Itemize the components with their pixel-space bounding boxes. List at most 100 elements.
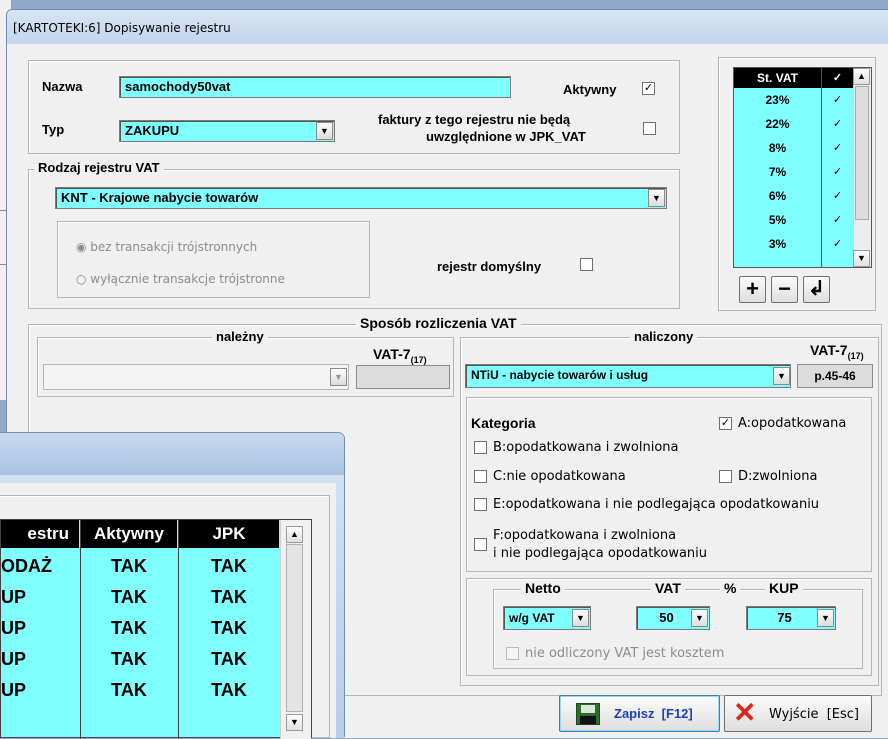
- check-icon[interactable]: ✓: [822, 185, 853, 207]
- table-header-cell[interactable]: Aktywny: [81, 520, 177, 548]
- jpk-exclude-label-line2: uwzględnione w JPK_VAT: [426, 129, 586, 144]
- radio2-label: wyłącznie transakcje trójstronne: [90, 272, 285, 286]
- kup-title: KUP: [765, 580, 803, 596]
- remove-row-button[interactable]: −: [771, 276, 798, 303]
- exit-button[interactable]: ✕ Wyjście [Esc]: [724, 695, 872, 732]
- scroll-up-icon[interactable]: ▲: [853, 68, 870, 85]
- table-cell[interactable]: UP: [1, 584, 79, 610]
- jpk-exclude-label-line1: faktury z tego rejestru nie będą: [378, 112, 571, 127]
- nazwa-input[interactable]: samochody50vat: [119, 76, 511, 98]
- scroll-down-icon[interactable]: ▼: [286, 714, 303, 731]
- stvat-header: St. VAT: [734, 68, 821, 88]
- stvat-rate[interactable]: 3%: [734, 233, 821, 255]
- vat7-sub: (17): [410, 354, 427, 365]
- typ-select[interactable]: ZAKUPU: [119, 120, 335, 142]
- enter-button[interactable]: ↲: [803, 276, 830, 303]
- typ-label: Typ: [42, 122, 65, 137]
- scroll-down-icon[interactable]: ▼: [853, 250, 870, 267]
- registers-window-title-bar[interactable]: [0, 433, 344, 475]
- kategoria-d-label: D:zwolniona: [738, 469, 818, 484]
- nalezny-select[interactable]: [43, 364, 349, 390]
- page-ref: p.45-46: [797, 364, 873, 388]
- kategoria-c-label: C:nie opodatkowana: [493, 469, 626, 484]
- chevron-down-icon[interactable]: ▼: [691, 609, 708, 627]
- add-row-button[interactable]: +: [739, 276, 766, 303]
- netto-title: Netto: [521, 580, 565, 596]
- stvat-list[interactable]: St. VAT ✓ 23% ✓ 22% ✓ 8% ✓ 7% ✓ 6% ✓ 5% ✓ 3% ✓ ▲ ▼: [733, 67, 872, 268]
- cost-label: nie odliczony VAT jest kosztem: [525, 646, 725, 661]
- rodzaj-select[interactable]: KNT - Krajowe nabycie towarów: [55, 187, 667, 209]
- table-header-cell[interactable]: JPK: [179, 520, 279, 548]
- check-icon[interactable]: ✓: [822, 113, 853, 135]
- table-cell[interactable]: TAK: [81, 584, 177, 610]
- check-icon[interactable]: ✓: [822, 89, 853, 111]
- radio1-label: bez transakcji trójstronnych: [90, 240, 258, 254]
- scroll-thumb[interactable]: [855, 86, 869, 220]
- table-cell[interactable]: UP: [1, 615, 79, 641]
- stvat-rate[interactable]: 23%: [734, 89, 821, 111]
- table-cell[interactable]: TAK: [81, 553, 177, 579]
- kategoria-c-checkbox[interactable]: [474, 470, 487, 483]
- nazwa-label: Nazwa: [42, 79, 83, 94]
- table-cell[interactable]: TAK: [81, 677, 177, 703]
- chevron-down-icon[interactable]: ▼: [817, 609, 834, 627]
- table-cell[interactable]: UP: [1, 646, 79, 672]
- chevron-down-icon[interactable]: ▼: [330, 368, 347, 386]
- stvat-rate[interactable]: 8%: [734, 137, 821, 159]
- stvat-rate[interactable]: 7%: [734, 161, 821, 183]
- dialog-title: [KARTOTEKI:6] Dopisywanie rejestru: [13, 21, 231, 35]
- kategoria-b-label: B:opodatkowana i zwolniona: [493, 440, 679, 455]
- stvat-rate[interactable]: 6%: [734, 185, 821, 207]
- chevron-down-icon[interactable]: ▼: [572, 609, 589, 627]
- aktywny-checkbox[interactable]: ✓: [642, 82, 655, 95]
- stvat-rate[interactable]: 5%: [734, 209, 821, 231]
- save-button[interactable]: Zapisz [F12]: [559, 695, 720, 732]
- chevron-down-icon[interactable]: ▼: [773, 367, 790, 385]
- rodzaj-title: Rodzaj rejestru VAT: [34, 160, 164, 175]
- kategoria-a-checkbox[interactable]: ✓: [719, 417, 732, 430]
- naliczony-title: naliczony: [630, 329, 698, 344]
- check-icon[interactable]: ✓: [822, 209, 853, 231]
- jpk-exclude-checkbox[interactable]: [643, 122, 656, 135]
- floppy-disk-icon: [576, 703, 600, 725]
- kategoria-title: Kategoria: [471, 415, 536, 431]
- table-cell[interactable]: TAK: [81, 615, 177, 641]
- table-cell[interactable]: UP: [1, 677, 79, 703]
- table-cell[interactable]: ODAŻ: [1, 553, 79, 579]
- chevron-down-icon[interactable]: ▼: [648, 189, 665, 207]
- kategoria-d-checkbox[interactable]: [719, 470, 732, 483]
- cost-checkbox[interactable]: [506, 647, 519, 660]
- naliczony-select[interactable]: NTiU - nabycie towarów i usług: [465, 364, 791, 388]
- scroll-up-icon[interactable]: ▲: [286, 526, 303, 543]
- check-icon[interactable]: ✓: [822, 233, 853, 255]
- table-cell[interactable]: TAK: [179, 615, 279, 641]
- table-cell[interactable]: TAK: [179, 646, 279, 672]
- table-cell[interactable]: TAK: [179, 584, 279, 610]
- kategoria-f-checkbox[interactable]: [474, 538, 487, 551]
- kategoria-b-checkbox[interactable]: [474, 441, 487, 454]
- table-cell[interactable]: TAK: [179, 677, 279, 703]
- dialog-title-bar[interactable]: [KARTOTEKI:6] Dopisywanie rejestru: [7, 10, 888, 44]
- vat7-sub: (17): [847, 350, 864, 361]
- registers-table[interactable]: estru Aktywny JPK ODAŻ TAK TAK UP TAK TAK UP TAK TA…: [0, 519, 312, 739]
- chevron-down-icon[interactable]: ▼: [316, 122, 333, 140]
- radio-bez-trojstronnych[interactable]: ◉ bez transakcji trójstronnych: [76, 240, 257, 254]
- table-header-cell[interactable]: estru: [1, 520, 79, 548]
- pct-title: %: [720, 580, 741, 596]
- sposob-title: Sposób rozliczenia VAT: [356, 315, 521, 331]
- table-cell[interactable]: TAK: [81, 646, 177, 672]
- check-icon[interactable]: ✓: [822, 161, 853, 183]
- nalezny-title: należny: [212, 329, 268, 344]
- kategoria-e-checkbox[interactable]: [474, 498, 487, 511]
- kategoria-f-label-line2: i nie podlegająca opodatkowaniu: [493, 546, 708, 561]
- radio-wylacznie-trojstronne[interactable]: ○ wyłącznie transakcje trójstronne: [76, 272, 285, 286]
- table-cell[interactable]: TAK: [179, 553, 279, 579]
- aktywny-label: Aktywny: [563, 82, 617, 97]
- vat7-text: VAT-7: [373, 346, 411, 362]
- stvat-rate[interactable]: 22%: [734, 113, 821, 135]
- transakcje-group: [57, 221, 370, 298]
- scroll-thumb[interactable]: [286, 544, 303, 712]
- check-icon[interactable]: ✓: [822, 137, 853, 159]
- rejestr-domyslny-checkbox[interactable]: [580, 258, 593, 271]
- close-icon: ✕: [733, 697, 757, 728]
